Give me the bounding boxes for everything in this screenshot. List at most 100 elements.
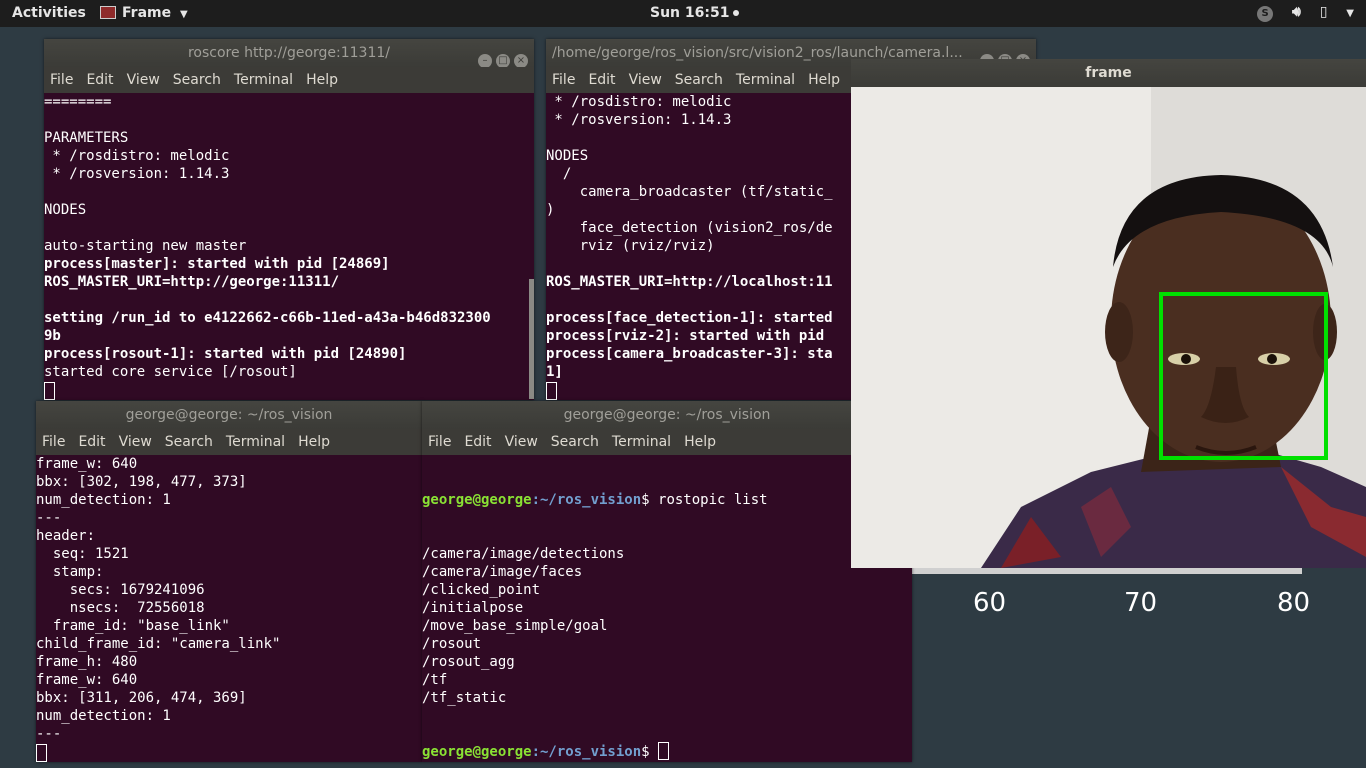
menu-help[interactable]: Help — [808, 72, 840, 88]
menu-file[interactable]: File — [428, 434, 451, 450]
topic-line: /clicked_point — [422, 582, 541, 598]
terminal-line: frame_id: "base_link" — [36, 618, 230, 634]
terminal-line: process[master]: started with pid [24869… — [44, 256, 390, 272]
menu-edit[interactable]: Edit — [78, 434, 105, 450]
menu-file[interactable]: File — [552, 72, 575, 88]
title-bar[interactable]: george@george: ~/ros_vision — [36, 401, 422, 429]
menu-bar: File Edit View Search Terminal Help — [422, 429, 912, 455]
topic-line: /initialpose — [422, 600, 524, 616]
battery-icon[interactable]: ▯ — [1320, 4, 1328, 20]
menu-help[interactable]: Help — [306, 72, 338, 88]
system-tray[interactable]: S 🔊︎ ▯ ▼ — [1243, 4, 1354, 22]
menu-edit[interactable]: Edit — [464, 434, 491, 450]
terminal-output[interactable]: frame_w: 640 bbx: [302, 198, 477, 373] num… — [36, 455, 422, 743]
menu-view[interactable]: View — [127, 72, 160, 88]
terminal-window-topic-echo[interactable]: george@george: ~/ros_vision File Edit View… — [36, 401, 422, 762]
desktop-axis-label: 80 — [1277, 588, 1311, 618]
close-icon[interactable]: × — [514, 54, 528, 67]
title-bar[interactable]: roscore http://george:11311/ – □ × — [44, 39, 534, 67]
clock-label: Sun 16:51 — [650, 5, 730, 21]
terminal-line: PARAMETERS — [44, 130, 129, 146]
terminal-line: child_frame_id: "camera_link" — [36, 636, 281, 652]
title-bar[interactable]: george@george: ~/ros_vision — [422, 401, 912, 429]
terminal-window-roscore[interactable]: roscore http://george:11311/ – □ × File Edi… — [44, 39, 534, 400]
terminal-line: NODES — [44, 202, 87, 218]
terminal-cursor — [658, 742, 670, 760]
topic-line: /camera/image/detections — [422, 546, 625, 562]
menu-terminal[interactable]: Terminal — [612, 434, 671, 450]
activities-button[interactable]: Activities — [12, 5, 86, 21]
menu-search[interactable]: Search — [173, 72, 221, 88]
menu-bar: File Edit View Search Terminal Help — [36, 429, 422, 455]
camera-frame-illustration — [851, 87, 1366, 568]
topic-line: /tf — [422, 672, 448, 688]
terminal-window-rostopic[interactable]: george@george: ~/ros_vision File Edit View… — [422, 401, 912, 762]
menu-file[interactable]: File — [50, 72, 73, 88]
menu-view[interactable]: View — [119, 434, 152, 450]
prompt-sign: $ — [641, 492, 659, 508]
skype-icon[interactable]: S — [1257, 6, 1274, 22]
menu-search[interactable]: Search — [165, 434, 213, 450]
terminal-line: setting /run_id to e4122662-c66b-11ed-a4… — [44, 310, 491, 326]
scrollbar[interactable] — [529, 279, 534, 399]
terminal-line: auto-starting new master — [44, 238, 247, 254]
terminal-cursor — [546, 381, 557, 400]
menu-edit[interactable]: Edit — [588, 72, 615, 88]
menu-terminal[interactable]: Terminal — [226, 434, 285, 450]
frame-window-title: frame — [1085, 65, 1132, 81]
topic-line: /camera/image/faces — [422, 564, 583, 580]
terminal-line: num_detection: 1 — [36, 492, 171, 508]
terminal-output[interactable]: george@george:~/ros_vision$ rostopic lis… — [422, 455, 912, 762]
menu-terminal[interactable]: Terminal — [234, 72, 293, 88]
window-title: roscore http://george:11311/ — [187, 45, 390, 61]
menu-help[interactable]: Help — [684, 434, 716, 450]
app-menu[interactable]: Frame ▼ — [100, 5, 188, 21]
chevron-down-icon[interactable]: ▼ — [1346, 8, 1354, 19]
menu-file[interactable]: File — [42, 434, 65, 450]
command-text: rostopic list — [658, 492, 768, 508]
prompt-sign: $ — [641, 744, 659, 760]
menu-edit[interactable]: Edit — [86, 72, 113, 88]
terminal-cursor — [36, 743, 47, 762]
prompt-path: :~/ros_vision — [531, 492, 642, 508]
prompt-user: george@george — [422, 492, 532, 508]
menu-view[interactable]: View — [629, 72, 662, 88]
terminal-output[interactable]: ======== PARAMETERS * /rosdistro: melodic… — [44, 93, 534, 381]
menu-terminal[interactable]: Terminal — [736, 72, 795, 88]
desktop-axis-label: 70 — [1124, 588, 1158, 618]
minimize-icon[interactable]: – — [478, 54, 492, 67]
menu-help[interactable]: Help — [298, 434, 330, 450]
clock[interactable]: Sun 16:51 — [650, 5, 740, 21]
maximize-icon[interactable]: □ — [496, 54, 510, 67]
terminal-line: --- — [36, 726, 62, 742]
topic-line: /rosout — [422, 636, 482, 652]
menu-view[interactable]: View — [505, 434, 538, 450]
frame-window[interactable]: frame — [851, 59, 1366, 568]
frame-title-bar[interactable]: frame — [851, 59, 1366, 87]
frame-app-icon — [100, 5, 116, 19]
desktop-chart-bar — [912, 568, 1302, 574]
terminal-line: process[rosout-1]: started with pid [248… — [44, 346, 407, 362]
window-title: george@george: ~/ros_vision — [563, 407, 771, 423]
topic-line: /tf_static — [422, 690, 507, 706]
topic-line: /rosout_agg — [422, 654, 515, 670]
terminal-line: 9b — [44, 328, 61, 344]
volume-icon[interactable]: 🔊︎ — [1292, 4, 1301, 20]
top-bar: Activities Frame ▼ Sun 16:51 S 🔊︎ ▯ ▼ — [0, 0, 1366, 27]
chevron-down-icon: ▼ — [179, 9, 188, 20]
menu-bar: File Edit View Search Terminal Help — [44, 67, 534, 93]
terminal-line: bbx: [302, 198, 477, 373] — [36, 474, 247, 490]
terminal-line: nsecs: 72556018 — [36, 600, 205, 616]
terminal-line: frame_w: 640 — [36, 672, 138, 688]
terminal-line: bbx: [311, 206, 474, 369] — [36, 690, 247, 706]
terminal-line: --- — [36, 510, 62, 526]
terminal-line: ROS_MASTER_URI=http://george:11311/ — [44, 274, 340, 290]
menu-search[interactable]: Search — [675, 72, 723, 88]
terminal-line: stamp: — [36, 564, 104, 580]
menu-search[interactable]: Search — [551, 434, 599, 450]
notification-dot-icon — [733, 10, 740, 16]
